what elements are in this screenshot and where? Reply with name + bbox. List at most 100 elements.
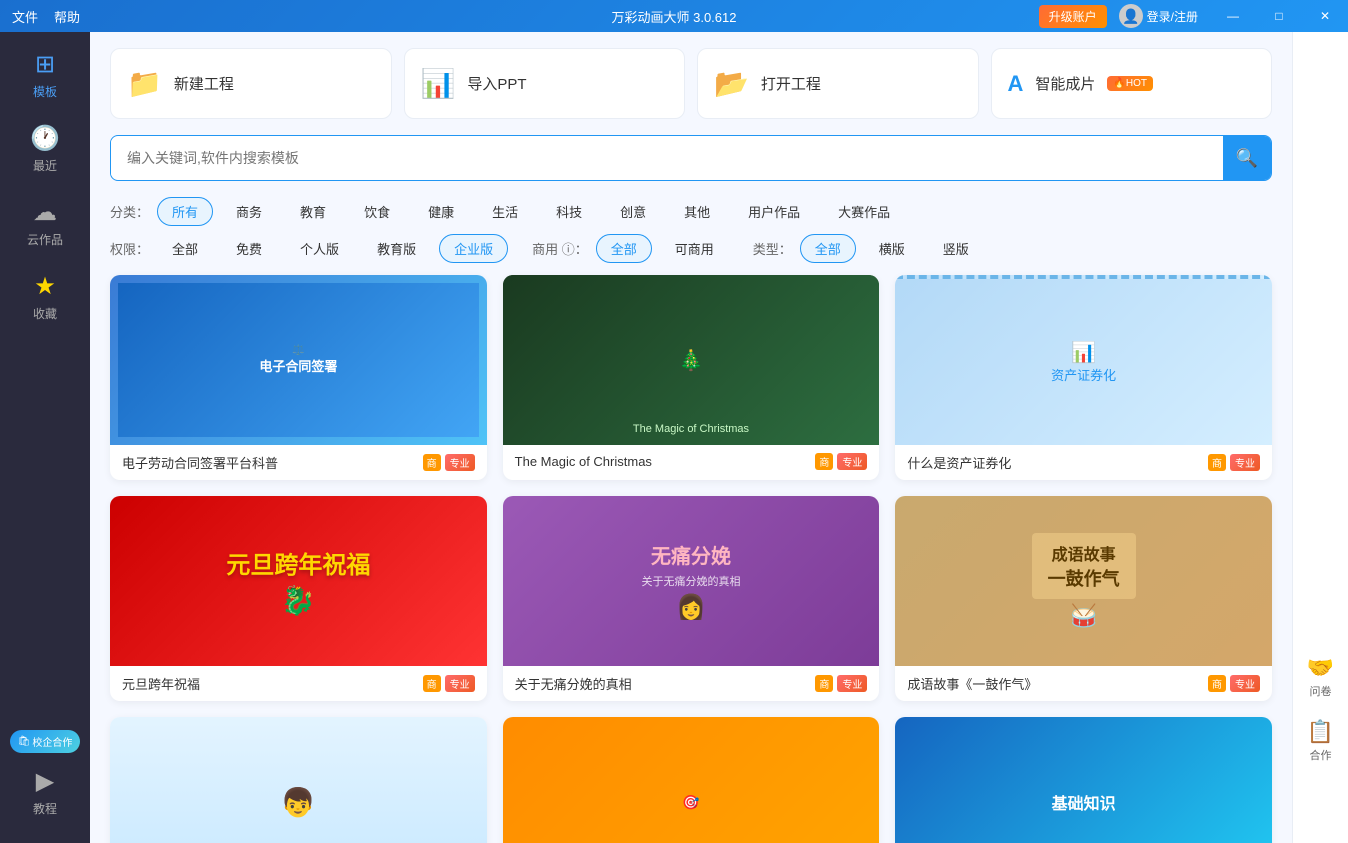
menu-help[interactable]: 帮助 xyxy=(54,7,80,26)
filter-type-all[interactable]: 全部 xyxy=(800,234,856,263)
template-card-2[interactable]: 🎄 The Magic of Christmas The Magic of Ch… xyxy=(503,275,880,480)
filter-perm-enterprise[interactable]: 企业版 xyxy=(439,234,508,263)
search-input[interactable] xyxy=(111,140,1223,176)
filter-category-contest[interactable]: 大赛作品 xyxy=(823,197,905,226)
filter-perm-all[interactable]: 全部 xyxy=(157,234,213,263)
template-card-8[interactable]: 🎯 xyxy=(503,717,880,843)
badge-shang-6: 商 xyxy=(1208,675,1226,692)
filter-category-all[interactable]: 所有 xyxy=(157,197,213,226)
template-info-2: The Magic of Christmas 商 专业 xyxy=(503,445,880,478)
filter-commercial-ok[interactable]: 可商用 xyxy=(660,234,729,263)
commercial-label: 商用 ⓘ： xyxy=(532,239,588,258)
badge-shang-3: 商 xyxy=(1208,454,1226,471)
template-thumb-5: 无痛分娩 关于无痛分娩的真相 👩 xyxy=(503,496,880,666)
filter-category-user-works[interactable]: 用户作品 xyxy=(733,197,815,226)
filter-category-tech[interactable]: 科技 xyxy=(541,197,597,226)
template-thumb-6: 成语故事 一鼓作气 🥁 xyxy=(895,496,1272,666)
template-title-6: 成语故事《一鼓作气》 xyxy=(907,674,1037,693)
template-icon: ⊞ xyxy=(35,50,55,79)
new-project-label: 新建工程 xyxy=(174,73,234,94)
badge-shang-5: 商 xyxy=(815,675,833,692)
badge-pro-1: 专业 xyxy=(445,454,475,471)
template-badges-6: 商 专业 xyxy=(1208,675,1260,692)
sidebar-label-recent: 最近 xyxy=(33,157,57,174)
search-icon: 🔍 xyxy=(1236,148,1258,169)
cooperate-icon: 📋 xyxy=(1307,719,1334,745)
filter-category-business[interactable]: 商务 xyxy=(221,197,277,226)
ai-create-icon: A xyxy=(1008,71,1024,97)
filter-perm-free[interactable]: 免费 xyxy=(221,234,277,263)
type-label: 类型： xyxy=(753,239,792,258)
search-bar: 🔍 xyxy=(110,135,1272,181)
open-project-label: 打开工程 xyxy=(761,73,821,94)
sidebar-label-favorites: 收藏 xyxy=(33,305,57,322)
close-button[interactable]: ✕ xyxy=(1302,0,1348,32)
filter-perm-personal[interactable]: 个人版 xyxy=(285,234,354,263)
template-card-7[interactable]: 👦 xyxy=(110,717,487,843)
filter-category-health[interactable]: 健康 xyxy=(413,197,469,226)
main-layout: ⊞ 模板 🕐 最近 ☁ 云作品 ★ 收藏 🛍 校企合作 ▶ 教程 xyxy=(0,32,1348,843)
sidebar-item-favorites[interactable]: ★ 收藏 xyxy=(9,262,81,332)
sidebar-item-template[interactable]: ⊞ 模板 xyxy=(9,40,81,110)
badge-pro-2: 专业 xyxy=(837,453,867,470)
badge-pro-4: 专业 xyxy=(445,675,475,692)
open-project-icon: 📂 xyxy=(714,67,749,100)
sidebar: ⊞ 模板 🕐 最近 ☁ 云作品 ★ 收藏 🛍 校企合作 ▶ 教程 xyxy=(0,32,90,843)
cloud-icon: ☁ xyxy=(33,198,57,227)
category-label: 分类： xyxy=(110,202,149,221)
school-badge[interactable]: 🛍 校企合作 xyxy=(10,730,81,753)
login-button[interactable]: 👤 登录/注册 xyxy=(1111,4,1206,28)
template-card-6[interactable]: 成语故事 一鼓作气 🥁 成语故事《一鼓作气》 商 专业 xyxy=(895,496,1272,701)
sidebar-label-tutorial: 教程 xyxy=(33,800,57,817)
restore-button[interactable]: □ xyxy=(1256,0,1302,32)
template-info-1: 电子劳动合同签署平台科普 商 专业 xyxy=(110,445,487,480)
category-filter-row: 分类： 所有 商务 教育 饮食 健康 生活 科技 创意 其他 用户作品 大赛作品 xyxy=(110,197,1272,226)
sidebar-item-recent[interactable]: 🕐 最近 xyxy=(9,114,81,184)
filter-commercial-all[interactable]: 全部 xyxy=(596,234,652,263)
template-card-9[interactable]: 基础知识 xyxy=(895,717,1272,843)
template-card-3[interactable]: 📊 资产证券化 什么是资产证券化 商 专业 xyxy=(895,275,1272,480)
filter-category-life[interactable]: 生活 xyxy=(477,197,533,226)
right-panel-cooperate[interactable]: 📋 合作 xyxy=(1307,719,1334,763)
filter-type-landscape[interactable]: 横版 xyxy=(864,234,920,263)
upgrade-button[interactable]: 升级账户 xyxy=(1039,5,1107,28)
sidebar-label-cloud: 云作品 xyxy=(27,231,63,248)
template-title-1: 电子劳动合同签署平台科普 xyxy=(122,453,278,472)
template-thumb-9: 基础知识 xyxy=(895,717,1272,843)
badge-shang-1: 商 xyxy=(423,454,441,471)
window-controls: — □ ✕ xyxy=(1210,0,1348,32)
import-ppt-button[interactable]: 📊 导入PPT xyxy=(404,48,686,119)
filter-perm-education[interactable]: 教育版 xyxy=(362,234,431,263)
filter-category-food[interactable]: 饮食 xyxy=(349,197,405,226)
sidebar-item-cloud[interactable]: ☁ 云作品 xyxy=(9,188,81,258)
hot-badge: 🔥HOT xyxy=(1107,76,1153,91)
template-info-4: 元旦跨年祝福 商 专业 xyxy=(110,666,487,701)
badge-shang-4: 商 xyxy=(423,675,441,692)
import-ppt-label: 导入PPT xyxy=(467,73,526,94)
ai-create-button[interactable]: A 智能成片 🔥HOT xyxy=(991,48,1273,119)
template-card-4[interactable]: 元旦跨年祝福 🐉 元旦跨年祝福 商 专业 xyxy=(110,496,487,701)
school-badge-label: 校企合作 xyxy=(32,734,72,749)
template-title-3: 什么是资产证券化 xyxy=(907,453,1011,472)
badge-pro-3: 专业 xyxy=(1230,454,1260,471)
template-card-1[interactable]: ⚖️ 电子合同签署 电子劳动合同签署平台科普 商 专业 xyxy=(110,275,487,480)
menu-file[interactable]: 文件 xyxy=(12,7,38,26)
titlebar: 文件 帮助 万彩动画大师 3.0.612 升级账户 👤 登录/注册 — □ ✕ xyxy=(0,0,1348,32)
sidebar-label-template: 模板 xyxy=(33,83,57,100)
template-badges-1: 商 专业 xyxy=(423,454,475,471)
template-badges-3: 商 专业 xyxy=(1208,454,1260,471)
sidebar-item-tutorial[interactable]: ▶ 教程 xyxy=(9,757,81,827)
open-project-button[interactable]: 📂 打开工程 xyxy=(697,48,979,119)
template-card-5[interactable]: 无痛分娩 关于无痛分娩的真相 👩 关于无痛分娩的真相 商 专业 xyxy=(503,496,880,701)
recent-icon: 🕐 xyxy=(30,124,60,153)
avatar-icon: 👤 xyxy=(1119,4,1143,28)
search-button[interactable]: 🔍 xyxy=(1223,136,1271,180)
filter-type-portrait[interactable]: 竖版 xyxy=(928,234,984,263)
permission-filter-row: 权限： 全部 免费 个人版 教育版 企业版 商用 ⓘ： 全部 可商用 类型： 全… xyxy=(110,234,1272,263)
right-panel-survey[interactable]: 🤝 问卷 xyxy=(1307,655,1334,699)
filter-category-education[interactable]: 教育 xyxy=(285,197,341,226)
filter-category-other[interactable]: 其他 xyxy=(669,197,725,226)
filter-category-creative[interactable]: 创意 xyxy=(605,197,661,226)
minimize-button[interactable]: — xyxy=(1210,0,1256,32)
new-project-button[interactable]: 📁 新建工程 xyxy=(110,48,392,119)
